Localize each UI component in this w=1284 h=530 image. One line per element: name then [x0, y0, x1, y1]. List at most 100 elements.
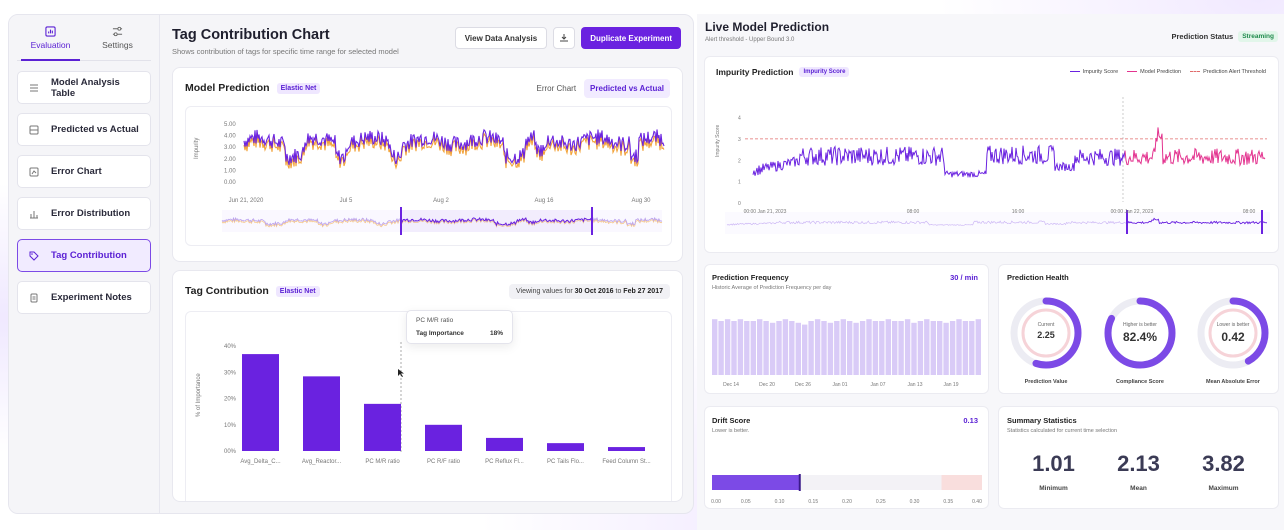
- sidebar-item-tag-contribution[interactable]: Tag Contribution: [17, 239, 151, 272]
- y-tick-label: 2: [738, 158, 741, 164]
- x-tick-label: Jan 07: [870, 382, 885, 388]
- navigator-selection[interactable]: [401, 210, 592, 232]
- tag-plot-frame: % of Importance 40% 30% 20% 10% 00% Avg_Delta…: [185, 310, 672, 501]
- tag-bar: [242, 354, 279, 451]
- tag-bar: [486, 437, 523, 451]
- page-header: Tag Contribution Chart Shows contributio…: [172, 27, 681, 69]
- x-tick-label: 0.00: [711, 499, 721, 505]
- frequency-bar: [892, 321, 898, 375]
- tag-bar: [303, 376, 340, 451]
- compare-icon: [29, 125, 39, 134]
- frequency-bar: [853, 322, 859, 375]
- x-tick-label: Jan 19: [943, 382, 958, 388]
- frequency-bar: [962, 321, 969, 375]
- x-tick-label: 16:00: [1012, 209, 1025, 215]
- tab-settings-label: Settings: [102, 39, 133, 50]
- toggle-predicted-vs-actual[interactable]: Predicted vs Actual: [584, 79, 670, 98]
- sidebar-item-error-distribution[interactable]: Error Distribution: [17, 197, 151, 230]
- tag-contribution-title: Tag Contribution Elastic Net: [185, 285, 320, 297]
- tooltip: PC M/R ratio Tag Importance 18%: [406, 310, 513, 344]
- x-tick-label: Jun 21, 2020: [229, 198, 264, 204]
- header-actions: View Data Analysis Duplicate Experiment: [454, 27, 681, 49]
- tag-bar: [425, 424, 462, 451]
- sidebar-item-error-chart[interactable]: Error Chart: [17, 155, 151, 188]
- sidebar-item-label: Tag Contribution: [51, 250, 127, 261]
- navigator-right-handle[interactable]: [591, 207, 593, 235]
- tag-contribution-card: Tag Contribution Elastic Net Viewing val…: [172, 270, 683, 502]
- y-tick-label: 5.00: [224, 122, 236, 128]
- frequency-bar: [924, 319, 930, 375]
- tab-evaluation[interactable]: Evaluation: [17, 15, 84, 61]
- x-tick-label: Feed Column St...: [602, 459, 651, 465]
- x-tick-label: Aug 2: [433, 198, 449, 204]
- chart-icon: [29, 167, 39, 176]
- x-tick-label: PC M/R ratio: [365, 459, 400, 465]
- frequency-bar: [872, 321, 879, 375]
- range-from: 30 Oct 2016: [574, 288, 614, 295]
- gauge-value: 2.25: [1037, 330, 1055, 340]
- frequency-bar: [969, 321, 975, 375]
- sliders-icon: [112, 26, 123, 36]
- y-tick-label: 0: [738, 201, 741, 207]
- sidebar-item-model-analysis-table[interactable]: Model Analysis Table: [17, 71, 151, 104]
- x-tick-label: Dec 20: [759, 382, 775, 388]
- gauge-caption: Lower is better: [1216, 322, 1250, 328]
- x-tick-label: Dec 26: [795, 382, 811, 388]
- y-tick-label: 00%: [224, 449, 237, 455]
- x-tick-label: Aug 30: [631, 198, 651, 204]
- y-tick-label: 4.00: [224, 134, 236, 140]
- y-tick-label: 2.00: [224, 157, 236, 163]
- x-tick-label: Jan 01: [832, 382, 847, 388]
- x-tick-label: 0.05: [741, 499, 751, 505]
- tab-evaluation-label: Evaluation: [30, 39, 71, 50]
- stat-label: Mean: [1130, 485, 1147, 492]
- navigator-left-handle[interactable]: [400, 207, 402, 235]
- x-tick-label: Jul 5: [340, 198, 353, 204]
- view-data-analysis-button[interactable]: View Data Analysis: [454, 27, 548, 49]
- frequency-bar: [943, 322, 949, 375]
- download-button[interactable]: [553, 27, 576, 49]
- x-tick-label: 00:00 Jan 22, 2023: [1111, 209, 1154, 215]
- toggle-error-chart[interactable]: Error Chart: [530, 79, 582, 98]
- frequency-bar: [737, 319, 744, 375]
- x-tick-label: 08:00: [907, 209, 920, 215]
- stat-label: Maximum: [1208, 485, 1239, 492]
- navigator-right-handle[interactable]: [1261, 210, 1263, 234]
- x-tick-label: PC Tails Flo...: [547, 459, 584, 465]
- frequency-bar: [930, 321, 936, 375]
- stat-value: 3.82: [1202, 451, 1245, 476]
- drift-marker: [798, 474, 801, 491]
- stat-label: Minimum: [1039, 485, 1068, 492]
- sidebar-tabs: Evaluation Settings: [17, 15, 151, 61]
- model-prediction-chart: Impurity 5.00 4.00 3.00 2.00 1.00 0.00 Jun 21…: [194, 122, 665, 235]
- tag-bar: [364, 403, 401, 451]
- chart-toggle: Error Chart Predicted vs Actual: [530, 79, 670, 98]
- date-range-pill[interactable]: Viewing values for 30 Oct 2016 to Feb 27…: [509, 284, 670, 299]
- gauge-caption: Higher is better: [1123, 322, 1157, 328]
- frequency-bar: [814, 319, 821, 375]
- tag-bar: [608, 447, 645, 451]
- sidebar-item-experiment-notes[interactable]: Experiment Notes: [17, 281, 151, 314]
- frequency-bar: [956, 319, 962, 375]
- frequency-bar: [898, 321, 904, 375]
- frequency-bar: [885, 319, 891, 375]
- sidebar-item-predicted-vs-actual[interactable]: Predicted vs Actual: [17, 113, 151, 146]
- drift-score-card: Drift Score Lower is better. 0.13 0.00 0.…: [704, 406, 989, 509]
- frequency-bar: [949, 321, 956, 375]
- x-tick-label: 0.35: [943, 499, 953, 505]
- frequency-bar: [789, 321, 795, 375]
- prediction-frequency-card: Prediction Frequency Historic Average of…: [704, 264, 989, 394]
- y-axis-label: Impurity: [194, 138, 200, 159]
- frequency-bar: [731, 321, 737, 375]
- frequency-bar: [911, 322, 917, 375]
- x-tick-label: Avg_Reactor...: [302, 459, 342, 465]
- model-badge: Elastic Net: [276, 82, 321, 94]
- range-to: Feb 27 2017: [623, 288, 663, 295]
- prediction-status: Prediction Status Streaming: [1172, 31, 1278, 42]
- summary-header: Summary Statistics Statistics calculated…: [1007, 416, 1117, 434]
- frequency-bar: [937, 321, 943, 375]
- sidebar-nav: Model Analysis Table Predicted vs Actual…: [9, 61, 159, 324]
- duplicate-experiment-button[interactable]: Duplicate Experiment: [581, 27, 681, 49]
- tab-settings[interactable]: Settings: [84, 15, 151, 60]
- frequency-bar: [827, 322, 834, 375]
